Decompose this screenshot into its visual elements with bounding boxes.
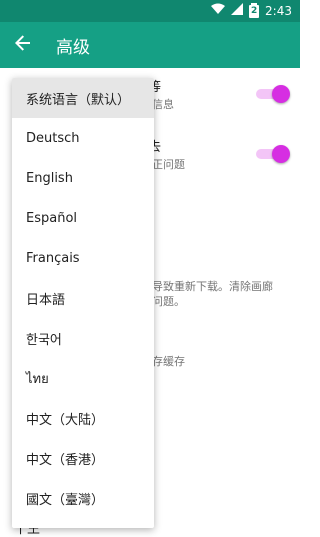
menu-item-label: Deutsch bbox=[26, 130, 80, 146]
setting-item-1-subtitle: 信息 bbox=[152, 98, 174, 111]
signal-icon bbox=[231, 3, 244, 18]
language-option-chinese-taiwan[interactable]: 國文（臺灣） bbox=[12, 478, 154, 518]
setting-item-3-line2: 问题。 bbox=[152, 295, 185, 308]
menu-item-label: 中文（香港） bbox=[26, 452, 105, 468]
status-bar: 2 2:43 bbox=[0, 0, 300, 22]
arrow-back-icon bbox=[15, 35, 31, 55]
setting-item-2-toggle[interactable] bbox=[256, 145, 290, 163]
menu-item-label: Français bbox=[26, 250, 80, 266]
language-option-system-default[interactable]: 系统语言（默认） bbox=[12, 78, 154, 118]
app-bar: 高级 bbox=[0, 22, 300, 68]
language-option-chinese-hongkong[interactable]: 中文（香港） bbox=[12, 438, 154, 478]
setting-item-3-line1: 导致重新下载。清除画廊 bbox=[152, 280, 273, 293]
battery-level: 2 bbox=[251, 5, 258, 16]
menu-item-label: 中文（大陆） bbox=[26, 412, 105, 428]
language-option-english[interactable]: English bbox=[12, 158, 154, 198]
menu-item-label: 日本語 bbox=[26, 292, 66, 308]
status-icons: 2 2:43 bbox=[211, 3, 292, 18]
menu-item-label: Español bbox=[26, 210, 78, 226]
toggle-thumb bbox=[272, 85, 290, 103]
language-option-francais[interactable]: Français bbox=[12, 238, 154, 278]
language-option-chinese-mainland[interactable]: 中文（大陆） bbox=[12, 398, 154, 438]
setting-item-4-line1: 存缓存 bbox=[152, 355, 185, 368]
menu-item-label: 國文（臺灣） bbox=[26, 492, 105, 508]
menu-item-label: 系统语言（默认） bbox=[26, 92, 131, 108]
setting-item-2-subtitle: 正问题 bbox=[152, 158, 185, 171]
toggle-thumb bbox=[272, 145, 290, 163]
wifi-icon bbox=[211, 3, 226, 18]
battery-icon: 2 bbox=[249, 3, 260, 18]
menu-item-label: 한국어 bbox=[26, 332, 62, 348]
language-option-deutsch[interactable]: Deutsch bbox=[12, 118, 154, 158]
language-option-espanol[interactable]: Español bbox=[12, 198, 154, 238]
language-option-korean[interactable]: 한국어 bbox=[12, 318, 154, 358]
language-dropdown-menu: 系统语言（默认） Deutsch English Español Françai… bbox=[12, 78, 154, 528]
page-title: 高级 bbox=[56, 37, 90, 58]
language-option-thai[interactable]: ไทย bbox=[12, 358, 154, 398]
menu-item-label: ไทย bbox=[26, 371, 49, 387]
language-option-japanese[interactable]: 日本語 bbox=[12, 278, 154, 318]
menu-item-label: English bbox=[26, 170, 73, 186]
back-button[interactable] bbox=[0, 22, 46, 68]
status-time: 2:43 bbox=[265, 3, 292, 18]
setting-item-1-toggle[interactable] bbox=[256, 85, 290, 103]
